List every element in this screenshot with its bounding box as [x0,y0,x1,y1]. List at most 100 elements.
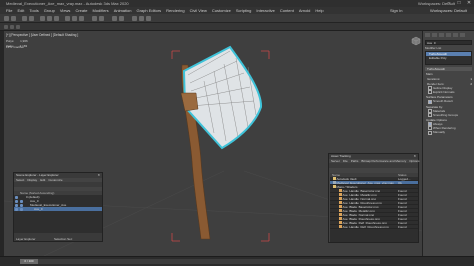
asset-tracking-menus: Server File Paths Bitmap Performance and Me… [329,159,420,163]
minimize-button[interactable]: – [446,0,452,6]
selection-bracket-br [261,233,270,242]
asset-menu-item[interactable]: Options [409,159,419,163]
visibility-icon[interactable] [15,199,18,203]
unlink-icon[interactable] [29,16,34,21]
smooth-result-checkbox[interactable]: Smooth Result [428,99,472,103]
manually-radio[interactable]: Manually [428,130,472,134]
link-icon[interactable] [22,16,27,21]
selection-tab-icon[interactable] [16,25,20,29]
freeform-tab-icon[interactable] [10,25,14,29]
scene-tree-row[interactable]: Axe_0 [14,207,102,211]
explicit-normals-checkbox[interactable]: Explicit Normals [428,90,472,94]
freeze-icon[interactable] [20,199,23,203]
status-bar: 0 / 100 [0,256,474,266]
menu-item-graph-editors[interactable]: Graph Editors [136,7,161,14]
material-editor-icon[interactable] [132,16,137,21]
freeze-icon[interactable] [20,196,23,199]
asset-status-cell: Found [398,221,407,225]
menu-item-civil-view[interactable]: Civil View [190,7,207,14]
render-icon[interactable] [146,16,151,21]
menu-item-content[interactable]: Content [280,7,294,14]
utilities-tab-icon[interactable] [460,33,465,37]
render-iters-spinner[interactable]: 2 [470,82,472,86]
motion-tab-icon[interactable] [446,33,451,37]
menu-item-tools[interactable]: Tools [29,7,38,14]
angle-snap-icon[interactable] [99,16,104,21]
menu-item-views[interactable]: Views [60,7,71,14]
close-button[interactable]: ✕ [466,0,472,6]
menu-item-customize[interactable]: Customize [212,7,231,14]
time-slider[interactable]: 0 / 100 [20,259,38,264]
scene-explorer-menu-select[interactable]: Select [16,178,24,182]
timeline[interactable]: 0 / 100 [20,259,380,264]
asset-status-cell: Found [398,209,407,213]
scene-explorer-close-icon[interactable]: ✕ [97,173,100,178]
scene-explorer-menu-edit[interactable]: Edit [40,178,45,182]
scale-icon[interactable] [79,16,84,21]
asset-status-cell [398,185,418,188]
iterations-label: Iterations: [427,77,441,81]
menu-item-arnold[interactable]: Arnold [299,7,311,14]
menu-item-modifiers[interactable]: Modifiers [92,7,108,14]
selection-set-dropdown[interactable]: Selection Set: [54,237,73,241]
menu-item-help[interactable]: Help [315,7,323,14]
maximize-button[interactable]: □ [456,0,462,6]
mirror-icon[interactable] [112,16,117,21]
modifier-list-dropdown[interactable]: Modifier List [425,46,472,50]
object-name-field[interactable]: Axe_0 [425,40,472,45]
rotate-icon[interactable] [72,16,77,21]
select-icon[interactable] [40,16,45,21]
menu-item-animation[interactable]: Animation [114,7,132,14]
menu-item-interactive[interactable]: Interactive [256,7,274,14]
move-icon[interactable] [65,16,70,21]
menu-item-edit[interactable]: Edit [17,7,24,14]
viewport-label[interactable]: [+] [Perspective ] [User Defined ] [Defa… [6,33,78,37]
turbosmooth-rollout[interactable]: TurboSmooth [425,67,472,71]
asset-menu-item[interactable]: Paths [351,159,359,163]
selection-bracket-tl [171,50,180,59]
workspace-selector[interactable]: Workspaces: Default [430,7,467,14]
asset-menu-item[interactable]: Bitmap Performance and Memory [361,159,406,163]
visibility-icon[interactable] [15,207,18,211]
menu-item-scripting[interactable]: Scripting [236,7,252,14]
viewcube-icon[interactable] [410,35,422,47]
visibility-icon[interactable] [15,195,18,199]
scene-explorer-menu-display[interactable]: Display [27,178,37,182]
region-select-icon[interactable] [54,16,59,21]
asset-name: Axe_Handle_Roughness.png [342,201,382,204]
modifier-stack-item[interactable]: Editable Poly [426,56,471,60]
modeling-tab-icon[interactable] [4,25,8,29]
asset-row[interactable]: Axe_Handle_Refl_Roughness.png Found [330,225,418,229]
redo-icon[interactable] [11,16,16,21]
menu-item-group[interactable]: Group [44,7,55,14]
align-icon[interactable] [119,16,124,21]
menu-item-create[interactable]: Create [75,7,87,14]
scene-explorer-menu-customize[interactable]: Customize [48,178,62,182]
smoothing-groups-checkbox[interactable]: Smoothing Groups [428,113,472,117]
modifier-stack: TurboSmooth Editable Poly [425,51,472,65]
render-setup-icon[interactable] [139,16,144,21]
folder-icon [333,177,336,180]
modify-tab-icon[interactable] [432,33,437,37]
fps-label: FPS: [6,45,13,49]
sign-in-link[interactable]: Sign In [390,7,402,14]
asset-name-cell: Axe_Handle_Refl_Roughness.png [330,225,398,228]
freeze-icon[interactable] [20,207,23,211]
asset-name-cell: Axe_Handle_BaseColor.png [330,189,398,192]
asset-menu-item[interactable]: File [343,159,348,163]
asset-name-cell: Axe_Handle_Metallic.png [330,193,398,196]
undo-icon[interactable] [4,16,9,21]
hierarchy-tab-icon[interactable] [439,33,444,37]
folder-icon [333,185,336,188]
display-tab-icon[interactable] [453,33,458,37]
snap-icon[interactable] [92,16,97,21]
create-tab-icon[interactable] [425,33,430,37]
menu-item-file[interactable]: File [6,7,12,14]
visibility-icon[interactable] [15,203,18,207]
iterations-spinner[interactable]: 1 [470,77,472,81]
asset-menu-item[interactable]: Server [331,159,340,163]
select-by-name-icon[interactable] [47,16,52,21]
freeze-icon[interactable] [20,203,23,207]
menu-item-rendering[interactable]: Rendering [166,7,184,14]
layer-explorer-dropdown[interactable]: Layer Explorer [16,237,36,241]
